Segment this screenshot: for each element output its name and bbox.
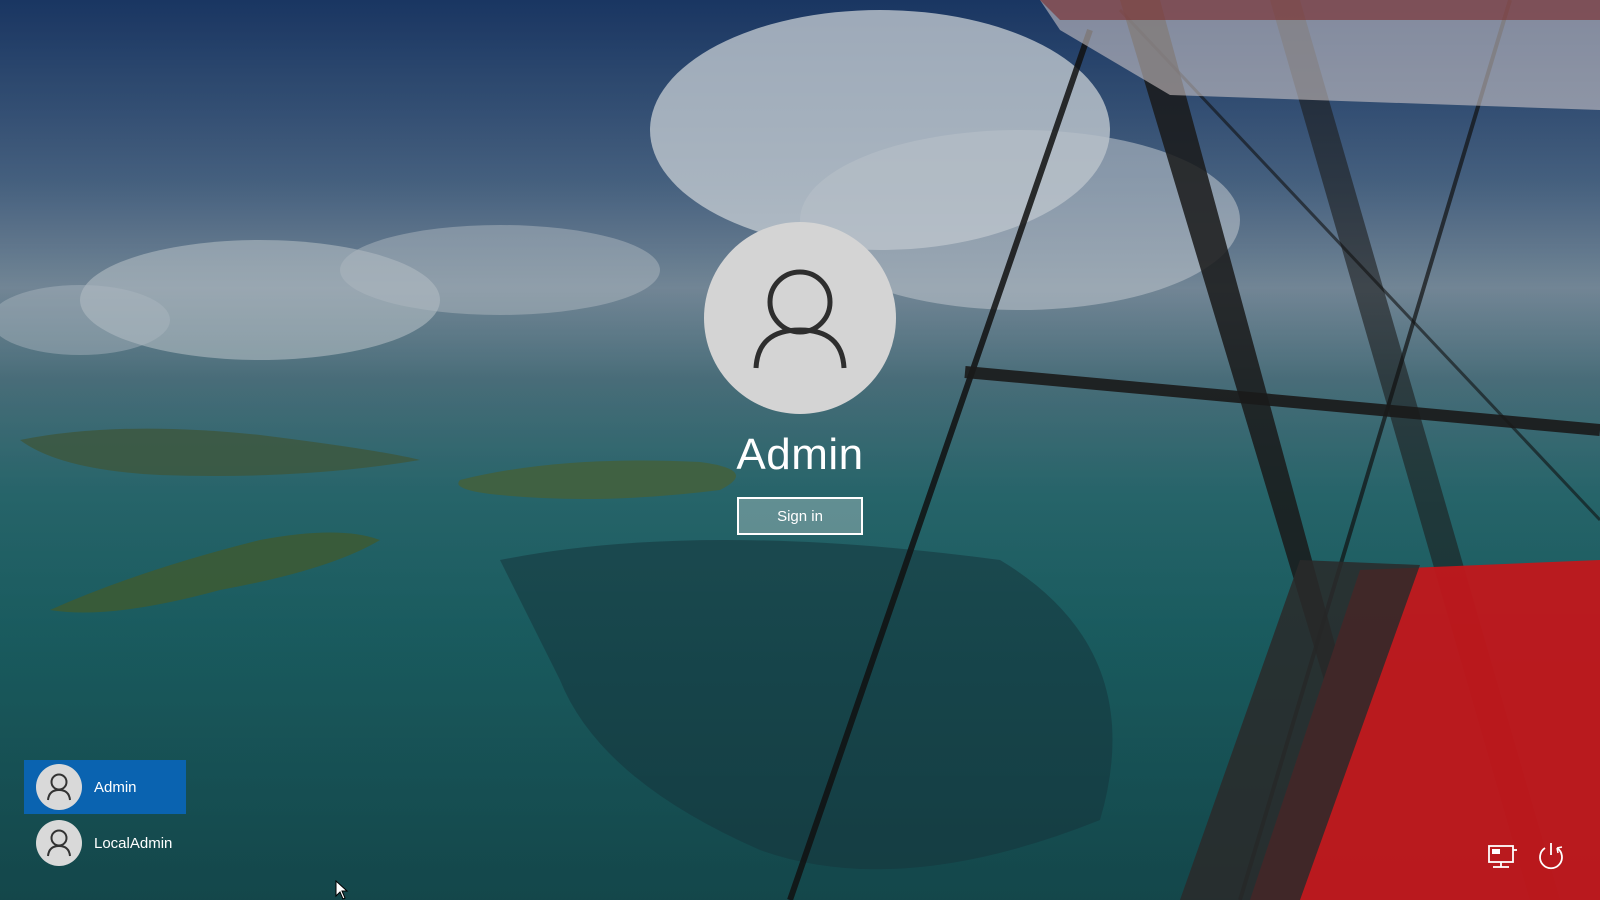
- lock-screen: Admin Sign in Admin LocalAdmin: [0, 0, 1600, 900]
- network-icon: [1488, 845, 1517, 868]
- user-switcher-list: Admin LocalAdmin: [24, 760, 186, 872]
- power-button[interactable]: [1533, 838, 1569, 874]
- network-button[interactable]: [1485, 838, 1521, 874]
- user-avatar: [704, 222, 896, 414]
- mouse-cursor-icon: [335, 880, 349, 900]
- user-icon: [47, 829, 71, 857]
- power-icon: [1539, 843, 1563, 870]
- sign-in-button[interactable]: Sign in: [737, 497, 863, 535]
- avatar: [36, 764, 82, 810]
- avatar: [36, 820, 82, 866]
- user-name-label: Admin: [736, 430, 864, 479]
- user-icon: [47, 773, 71, 801]
- user-icon: [753, 269, 847, 369]
- user-list-label: LocalAdmin: [94, 834, 173, 852]
- user-list-label: Admin: [94, 778, 137, 796]
- user-list-item-admin[interactable]: Admin: [24, 760, 186, 814]
- user-list-item-localadmin[interactable]: LocalAdmin: [24, 816, 186, 870]
